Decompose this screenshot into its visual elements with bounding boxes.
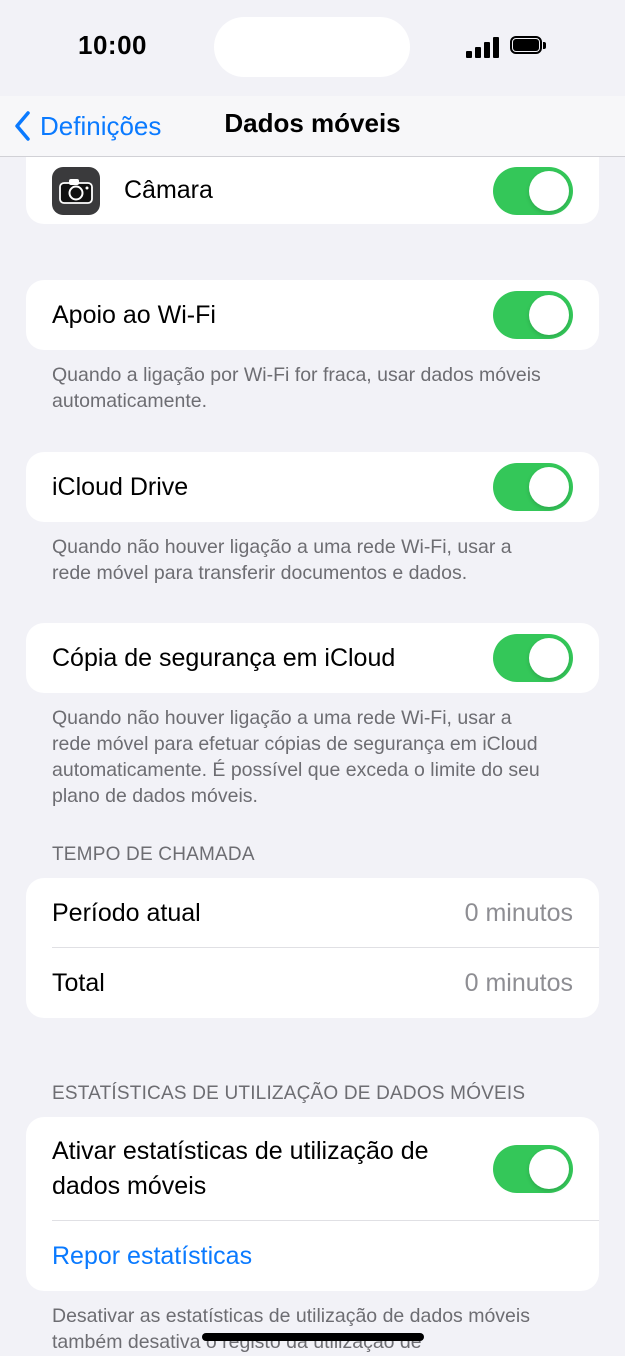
call-time-header: TEMPO DE CHAMADA [52, 844, 255, 865]
enable-stats-label: Ativar estatísticas de utilização de dad… [52, 1137, 429, 1200]
icloud-drive-footer: Quando não houver ligação a uma rede Wi-… [52, 536, 512, 584]
navigation-bar: Definições Dados móveis [0, 96, 625, 157]
camera-toggle[interactable] [493, 166, 573, 215]
enable-stats-row: Ativar estatísticas de utilização de dad… [26, 1117, 599, 1221]
cellular-signal-icon [466, 36, 502, 58]
page-title: Dados móveis [224, 108, 401, 138]
status-bar: 10:00 [0, 0, 625, 96]
icloud-backup-toggle[interactable] [493, 634, 573, 682]
reset-stats-row[interactable]: Repor estatísticas [26, 1221, 599, 1291]
usage-stats-card: Ativar estatísticas de utilização de dad… [26, 1117, 599, 1291]
status-time: 10:00 [78, 30, 147, 60]
icloud-drive-card: iCloud Drive [26, 452, 599, 522]
icloud-backup-footer: Quando não houver ligação a uma rede Wi-… [52, 707, 540, 807]
call-time-total-row: Total 0 minutos [26, 948, 599, 1018]
reset-stats-button[interactable]: Repor estatísticas [52, 1242, 599, 1271]
app-row-camera: Câmara [26, 157, 599, 224]
app-list-card: Câmara [26, 157, 599, 224]
call-time-card: Período atual 0 minutos Total 0 minutos [26, 878, 599, 1018]
home-indicator[interactable] [202, 1333, 424, 1341]
call-time-current-row: Período atual 0 minutos [26, 878, 599, 948]
icloud-backup-row: Cópia de segurança em iCloud [26, 623, 599, 693]
icloud-drive-toggle[interactable] [493, 463, 573, 511]
enable-stats-toggle[interactable] [493, 1145, 573, 1193]
wifi-assist-toggle[interactable] [493, 291, 573, 339]
camera-app-icon [52, 166, 100, 215]
total-value: 0 minutos [464, 968, 573, 997]
usage-stats-header: ESTATÍSTICAS DE UTILIZAÇÃO DE DADOS MÓVE… [52, 1083, 526, 1104]
dynamic-island [214, 17, 410, 77]
wifi-assist-card: Apoio ao Wi-Fi [26, 280, 599, 350]
battery-icon [510, 36, 546, 56]
icloud-backup-card: Cópia de segurança em iCloud [26, 623, 599, 693]
wifi-assist-row: Apoio ao Wi-Fi [26, 280, 599, 350]
current-period-value: 0 minutos [464, 898, 573, 927]
icloud-drive-row: iCloud Drive [26, 452, 599, 522]
usage-stats-footer: Desativar as estatísticas de utilização … [52, 1305, 530, 1353]
wifi-assist-footer: Quando a ligação por Wi-Fi for fraca, us… [52, 364, 541, 412]
